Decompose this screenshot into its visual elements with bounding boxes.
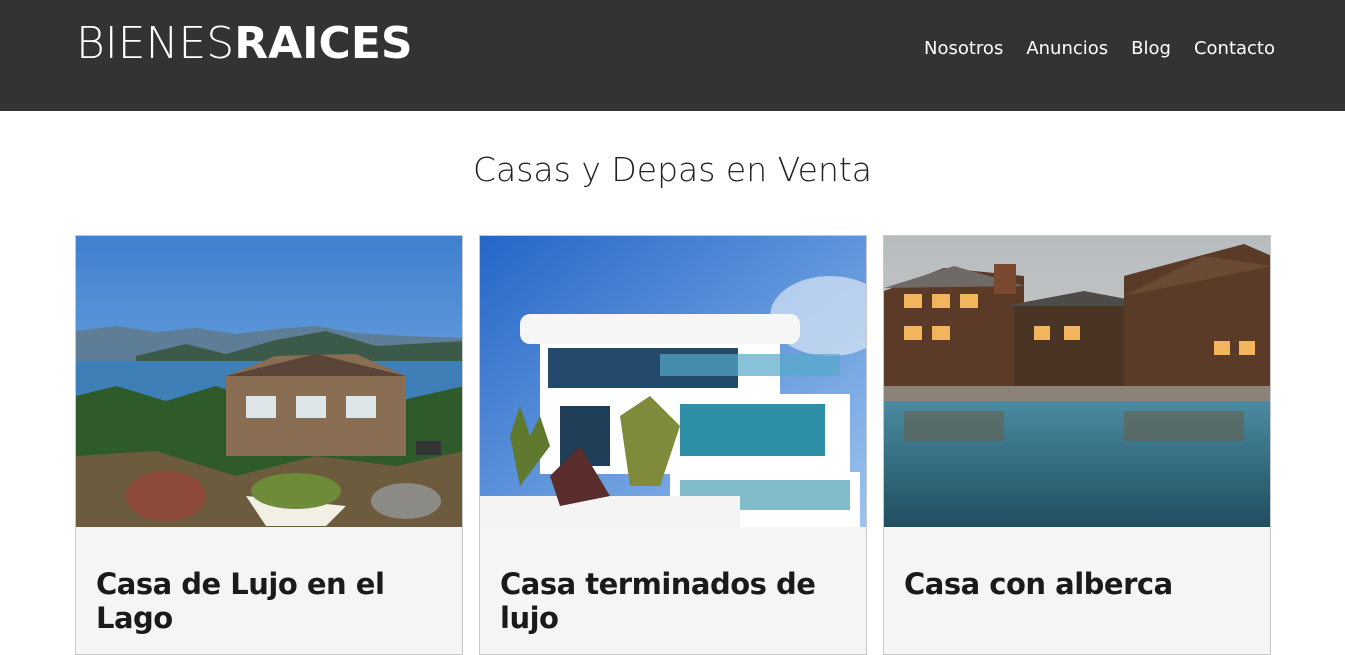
lake-house-photo[interactable] xyxy=(76,236,462,527)
listing-card[interactable]: Casa con alberca xyxy=(883,235,1271,655)
site-logo[interactable]: BIENESRAICES xyxy=(76,20,413,68)
listing-card[interactable]: Casa terminados de lujo xyxy=(479,235,867,655)
nav-link-anuncios[interactable]: Anuncios xyxy=(1026,38,1108,59)
nav-link-blog[interactable]: Blog xyxy=(1131,38,1171,59)
logo-light-text: BIENES xyxy=(76,18,235,69)
page-title: Casas y Depas en Venta xyxy=(472,150,873,189)
modern-house-photo[interactable] xyxy=(480,236,866,527)
card-title[interactable]: Casa terminados de lujo xyxy=(480,527,866,635)
listing-card[interactable]: Casa de Lujo en el Lago xyxy=(75,235,463,655)
site-header: BIENESRAICES Nosotros Anuncios Blog Cont… xyxy=(0,0,1345,111)
card-title[interactable]: Casa de Lujo en el Lago xyxy=(76,527,462,635)
pool-house-photo[interactable] xyxy=(884,236,1270,527)
listing-cards: Casa de Lujo en el Lago Casa terminados … xyxy=(75,235,1271,655)
card-title[interactable]: Casa con alberca xyxy=(884,527,1270,601)
nav-link-contacto[interactable]: Contacto xyxy=(1194,38,1275,59)
main-nav: Nosotros Anuncios Blog Contacto xyxy=(924,38,1275,59)
logo-bold-text: RAICES xyxy=(234,18,413,69)
nav-link-nosotros[interactable]: Nosotros xyxy=(924,38,1003,59)
